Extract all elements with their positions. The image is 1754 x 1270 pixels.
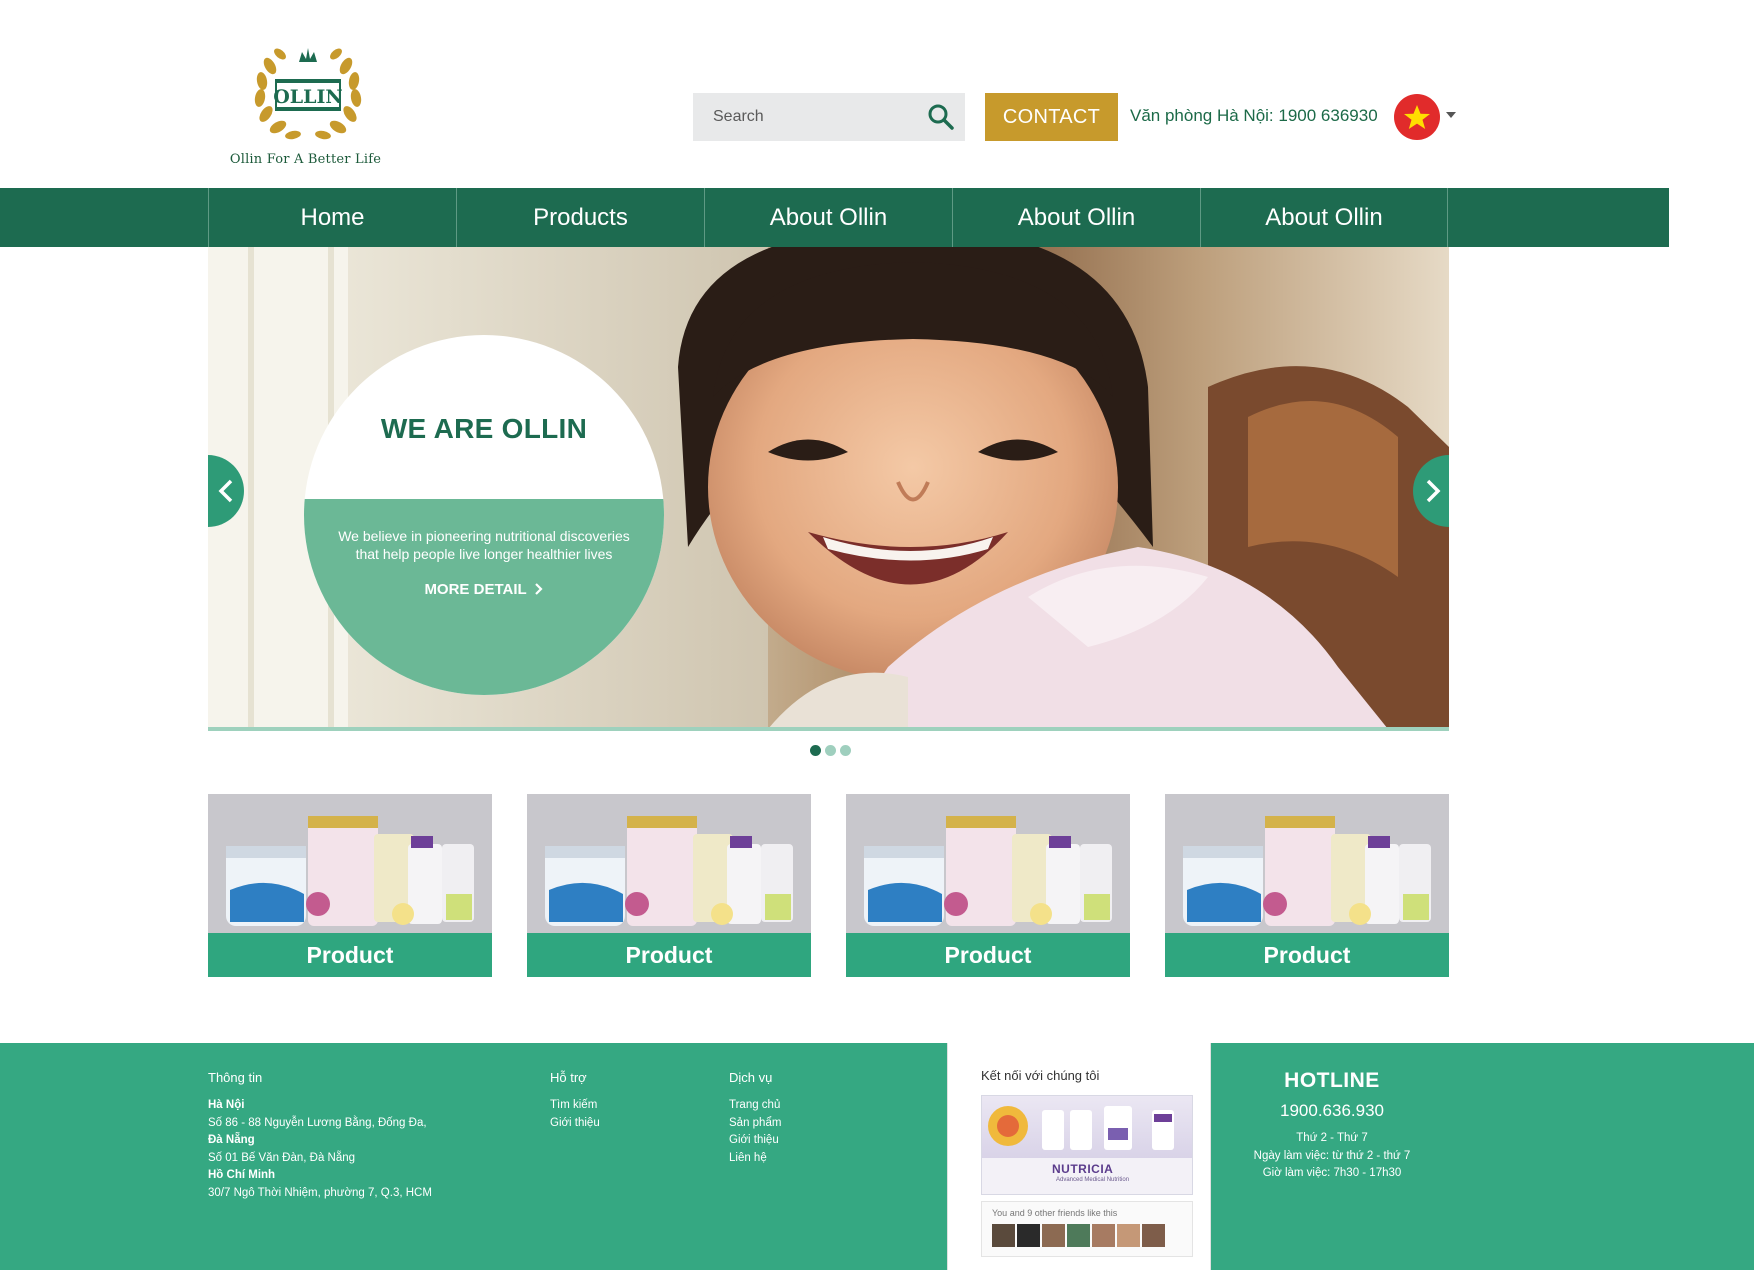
chevron-right-icon xyxy=(534,583,543,595)
footer-link-home[interactable]: Trang chủ xyxy=(729,1097,869,1115)
footer-link-search[interactable]: Tìm kiếm xyxy=(550,1097,690,1115)
slider-dot-2[interactable] xyxy=(825,745,836,756)
product-label: Product xyxy=(846,933,1130,977)
more-detail-label: MORE DETAIL xyxy=(424,581,527,598)
logo-tagline: Ollin For A Better Life xyxy=(229,152,382,167)
hotline-number[interactable]: 1900.636.930 xyxy=(1212,1101,1452,1121)
footer: Thông tin Hà Nội Số 86 - 88 Nguyễn Lương… xyxy=(0,1043,1754,1270)
product-image xyxy=(846,794,1130,933)
hotline-days: Thứ 2 - Thứ 7 xyxy=(1296,1132,1368,1144)
footer-info: Thông tin Hà Nội Số 86 - 88 Nguyễn Lương… xyxy=(208,1070,528,1202)
nav-item-about-2[interactable]: About Ollin xyxy=(952,188,1200,247)
avatar[interactable] xyxy=(992,1224,1015,1247)
hero-text: We believe in pioneering nutritional dis… xyxy=(304,527,664,563)
chevron-right-icon xyxy=(1426,479,1441,503)
avatar[interactable] xyxy=(1117,1224,1140,1247)
footer-link-intro[interactable]: Giới thiệu xyxy=(729,1132,869,1150)
friends-like-text: You and 9 other friends like this xyxy=(992,1208,1118,1218)
search-box xyxy=(693,93,965,141)
vietnam-flag-icon[interactable] xyxy=(1394,94,1440,140)
hero-bubble xyxy=(304,335,664,695)
product-card[interactable]: Product xyxy=(208,794,492,977)
slider-dot-3[interactable] xyxy=(840,745,851,756)
page: OLLIN Ollin For A Better Life CONTACT Vă… xyxy=(0,0,1754,1270)
social-box: Kết nối với chúng tôi NUTRICIA Advanced … xyxy=(947,1043,1211,1270)
nav-item-home[interactable]: Home xyxy=(208,188,456,247)
product-card[interactable]: Product xyxy=(1165,794,1449,977)
product-grid: Product Product Product Product xyxy=(208,794,1449,977)
avatar[interactable] xyxy=(1142,1224,1165,1247)
hero-divider xyxy=(208,727,1449,731)
office-danang-title: Đà Nẵng xyxy=(208,1134,255,1146)
facebook-page-banner[interactable]: NUTRICIA Advanced Medical Nutrition xyxy=(981,1095,1193,1195)
language-caret-icon[interactable] xyxy=(1446,112,1456,118)
product-label: Product xyxy=(1165,933,1449,977)
office-hcm-address: 30/7 Ngô Thời Nhiệm, phường 7, Q.3, HCM xyxy=(208,1186,432,1199)
nutricia-brand: NUTRICIA xyxy=(1052,1162,1114,1176)
slider-dots xyxy=(810,745,851,756)
facebook-like-box: You and 9 other friends like this xyxy=(981,1201,1193,1257)
footer-info-heading: Thông tin xyxy=(208,1070,263,1085)
nav-item-about-3[interactable]: About Ollin xyxy=(1200,188,1448,247)
chevron-left-icon xyxy=(218,479,233,503)
svg-text:OLLIN: OLLIN xyxy=(273,86,343,108)
main-nav: Home Products About Ollin About Ollin Ab… xyxy=(0,188,1669,247)
product-card[interactable]: Product xyxy=(527,794,811,977)
laurel-logo-icon: OLLIN xyxy=(254,48,362,140)
product-card[interactable]: Product xyxy=(846,794,1130,977)
social-title: Kết nối với chúng tôi xyxy=(981,1068,1100,1083)
search-icon[interactable] xyxy=(927,103,955,131)
avatar[interactable] xyxy=(1092,1224,1115,1247)
hero-title: WE ARE OLLIN xyxy=(380,413,588,444)
footer-support-heading: Hỗ trợ xyxy=(550,1070,587,1085)
footer-link-products[interactable]: Sản phẩm xyxy=(729,1115,869,1133)
nav-item-products[interactable]: Products xyxy=(456,188,704,247)
contact-button[interactable]: CONTACT xyxy=(985,93,1118,141)
nutricia-subtitle: Advanced Medical Nutrition xyxy=(1056,1177,1130,1183)
avatar[interactable] xyxy=(1042,1224,1065,1247)
office-phone: Văn phòng Hà Nội: 1900 636930 xyxy=(1130,106,1378,125)
avatar[interactable] xyxy=(1067,1224,1090,1247)
product-image xyxy=(208,794,492,933)
office-hanoi-address: Số 86 - 88 Nguyễn Lương Bằng, Đống Đa, xyxy=(208,1116,427,1129)
slider-dot-1[interactable] xyxy=(810,745,821,756)
office-hcm-title: Hồ Chí Minh xyxy=(208,1169,276,1181)
footer-link-about[interactable]: Giới thiệu xyxy=(550,1115,690,1133)
hotline-title: HOTLINE xyxy=(1284,1069,1380,1092)
hotline-work-days: Ngày làm việc: từ thứ 2 - thứ 7 xyxy=(1253,1149,1411,1162)
hotline-work-hours: Giờ làm việc: 7h30 - 17h30 xyxy=(1262,1167,1402,1179)
hero-slider: WE ARE OLLIN We believe in pioneering nu… xyxy=(208,247,1449,729)
more-detail-link[interactable]: MORE DETAIL xyxy=(304,581,664,598)
logo[interactable]: OLLIN Ollin For A Better Life xyxy=(228,36,388,176)
avatar[interactable] xyxy=(1017,1224,1040,1247)
search-input[interactable] xyxy=(693,93,913,141)
footer-link-contact[interactable]: Liên hệ xyxy=(729,1150,869,1168)
footer-services: Dịch vụ Trang chủ Sản phẩm Giới thiệu Li… xyxy=(729,1070,869,1167)
footer-support: Hỗ trợ Tìm kiếm Giới thiệu xyxy=(550,1070,690,1132)
office-hanoi-title: Hà Nội xyxy=(208,1099,245,1111)
hero-text-line1: We believe in pioneering nutritional dis… xyxy=(338,528,630,544)
product-label: Product xyxy=(527,933,811,977)
product-image xyxy=(527,794,811,933)
footer-services-heading: Dịch vụ xyxy=(729,1070,773,1085)
nav-item-about-1[interactable]: About Ollin xyxy=(704,188,952,247)
nutricia-products-image xyxy=(988,1106,1174,1150)
hotline-box: HOTLINE 1900.636.930 Thứ 2 - Thứ 7 Ngày … xyxy=(1212,1043,1452,1183)
product-image xyxy=(1165,794,1449,933)
office-danang-address: Số 01 Bế Văn Đàn, Đà Nẵng xyxy=(208,1151,356,1164)
product-label: Product xyxy=(208,933,492,977)
friend-avatars xyxy=(992,1224,1165,1247)
hero-text-line2: that help people live longer healthier l… xyxy=(355,546,613,562)
